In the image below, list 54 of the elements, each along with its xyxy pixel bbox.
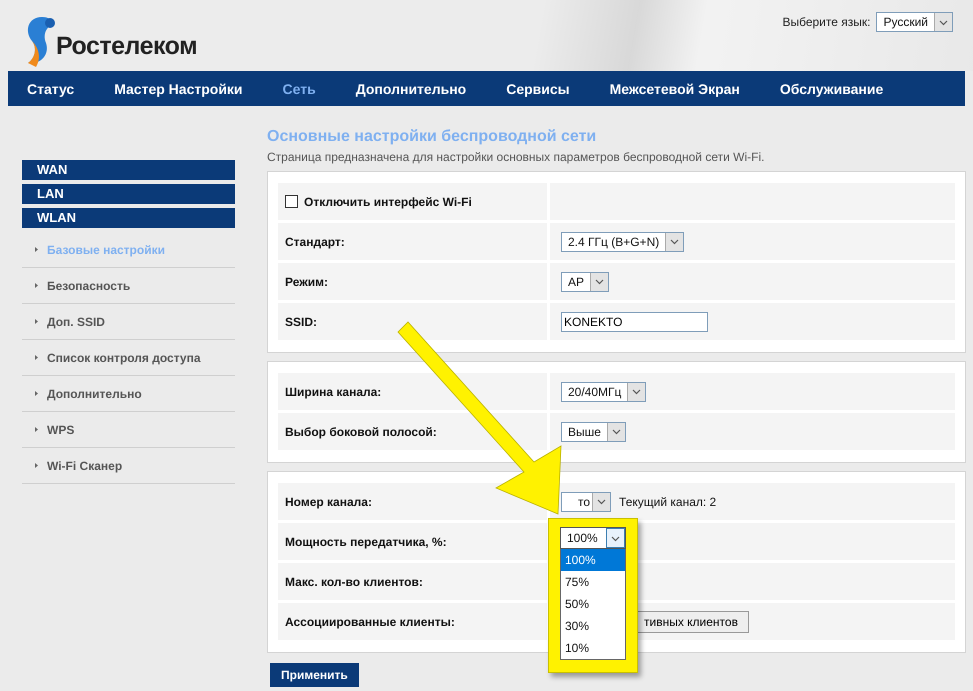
bullet-icon <box>34 318 39 325</box>
sidebar-group[interactable]: LAN <box>22 184 235 204</box>
sidebar-item[interactable]: Безопасность <box>47 278 130 292</box>
dropdown[interactable]: AP <box>561 272 610 292</box>
bullet-icon <box>34 282 39 289</box>
nav-tab[interactable]: Дополнительно <box>356 80 466 96</box>
field-label: Ассоциированные клиенты: <box>285 614 455 628</box>
checkbox[interactable] <box>285 195 298 208</box>
dropdown-option[interactable]: 10% <box>561 637 625 659</box>
bullet-icon <box>34 354 39 361</box>
dropdown[interactable]: то <box>561 492 612 512</box>
current-channel-text: Текущий канал: 2 <box>619 494 716 508</box>
apply-button[interactable]: Применить <box>270 663 359 687</box>
logo-text: Ростелеком <box>56 32 198 61</box>
sidebar-item[interactable]: Дополнительно <box>47 386 142 400</box>
dropdown[interactable]: Русский <box>876 12 953 32</box>
dropdown-option[interactable]: 30% <box>561 615 625 637</box>
field-label: Ширина канала: <box>285 384 382 398</box>
field-label: Макс. кол-во клиентов: <box>285 574 423 588</box>
sidebar-group[interactable]: WAN <box>22 160 235 180</box>
bullet-icon <box>34 390 39 397</box>
field-label: Стандарт: <box>285 234 345 248</box>
field-label: Режим: <box>285 274 328 288</box>
dropdown[interactable]: 100% <box>560 527 626 549</box>
field-label: Мощность передатчика, %: <box>285 534 447 548</box>
dropdown[interactable]: Выше <box>561 422 626 442</box>
page-title: Основные настройки беспроводной сети <box>267 128 598 147</box>
dropdown-option[interactable]: 100% <box>561 549 625 571</box>
nav-tab[interactable]: Межсетевой Экран <box>610 80 740 96</box>
dropdown-option[interactable]: 75% <box>561 571 625 593</box>
sidebar-group[interactable]: WLAN <box>22 208 235 228</box>
bullet-icon <box>34 426 39 433</box>
show-clients-button[interactable]: тивных клиентов <box>635 610 749 632</box>
field-label: Выбор боковой полосой: <box>285 424 437 438</box>
text-input[interactable]: KONEKTO <box>561 312 708 332</box>
nav-tab[interactable]: Мастер Настройки <box>114 80 243 96</box>
bullet-icon <box>34 246 39 253</box>
language-label: Выберите язык: <box>782 15 870 29</box>
sidebar-item[interactable]: Список контроля доступа <box>47 350 200 364</box>
nav-tab[interactable]: Сервисы <box>506 80 570 96</box>
nav-tab[interactable]: Сеть <box>282 80 316 96</box>
bullet-icon <box>34 462 39 469</box>
field-label: SSID: <box>285 314 318 328</box>
dropdown[interactable]: 2.4 ГГц (B+G+N) <box>561 232 684 252</box>
sidebar-item[interactable]: Доп. SSID <box>47 314 105 328</box>
dropdown[interactable]: 20/40МГц <box>561 382 646 402</box>
field-label: Отключить интерфейс Wi-Fi <box>304 194 472 208</box>
sidebar-item[interactable]: Wi-Fi Сканер <box>47 458 122 472</box>
nav-tab[interactable]: Статус <box>27 80 74 96</box>
dropdown-option[interactable]: 50% <box>561 593 625 615</box>
nav-tab[interactable]: Обслуживание <box>780 80 884 96</box>
sidebar-item[interactable]: WPS <box>47 422 74 436</box>
page-description: Страница предназначена для настройки основных параметров беспроводной сети Wi-Fi. <box>267 150 766 164</box>
field-label: Номер канала: <box>285 494 372 508</box>
